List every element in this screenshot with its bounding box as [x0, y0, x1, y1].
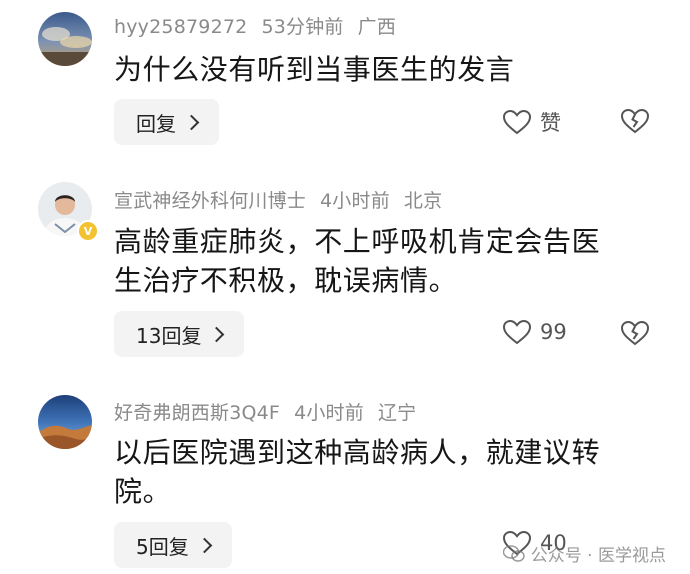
reply-button[interactable]: 5回复 — [114, 522, 232, 568]
broken-heart-icon — [620, 108, 650, 134]
username[interactable]: 好奇弗朗西斯3Q4F — [114, 402, 280, 424]
comment-text-line: 院。 — [114, 475, 172, 508]
watermark: 公众号 · 医学视点 — [502, 541, 666, 566]
reply-label: 5回复 — [136, 534, 189, 559]
chevron-right-icon — [183, 114, 200, 130]
avatar[interactable] — [38, 12, 92, 66]
comment-text: 以后医院遇到这种高龄病人，就建议转 院。 — [114, 433, 674, 511]
dislike-button[interactable] — [620, 320, 650, 350]
wechat-icon — [502, 544, 525, 562]
comment-location: 北京 — [403, 190, 443, 212]
comment-time: 4小时前 — [320, 190, 390, 212]
comment-item: V 宣武神经外科何川博士 4小时前 北京 高龄重症肺炎，不上呼吸机肯定会告医 生治疗… — [0, 170, 690, 370]
verified-badge-icon: V — [77, 220, 99, 242]
comment-location: 辽宁 — [377, 402, 417, 424]
comment-text: 高龄重症肺炎，不上呼吸机肯定会告医 生治疗不积极，耽误病情。 — [114, 222, 674, 300]
avatar[interactable] — [38, 395, 92, 449]
heart-outline-icon — [502, 319, 532, 345]
comment-location: 广西 — [357, 16, 397, 38]
reply-button[interactable]: 13回复 — [114, 311, 245, 357]
username[interactable]: hyy25879272 — [114, 16, 247, 38]
broken-heart-icon — [620, 320, 650, 346]
reply-button[interactable]: 回复 — [114, 99, 219, 145]
reply-label: 回复 — [136, 111, 176, 136]
comment-meta: hyy25879272 53分钟前 广西 — [114, 12, 396, 39]
comment-text-line: 生治疗不积极，耽误病情。 — [114, 264, 458, 297]
like-count: 赞 — [540, 111, 561, 135]
heart-outline-icon — [502, 109, 532, 135]
comment-text: 为什么没有听到当事医生的发言 — [114, 53, 515, 86]
like-count: 99 — [540, 320, 567, 344]
comment-meta: 好奇弗朗西斯3Q4F 4小时前 辽宁 — [114, 398, 416, 425]
watermark-text: 公众号 · 医学视点 — [530, 546, 666, 566]
dislike-button[interactable] — [620, 108, 650, 138]
like-button[interactable]: 99 — [502, 319, 567, 345]
comment-time: 53分钟前 — [261, 16, 344, 38]
comment-item: hyy25879272 53分钟前 广西 为什么没有听到当事医生的发言 回复 赞 — [0, 0, 690, 150]
username[interactable]: 宣武神经外科何川博士 — [114, 190, 306, 212]
comment-text-line: 以后医院遇到这种高龄病人，就建议转 — [114, 436, 601, 469]
comment-time: 4小时前 — [294, 402, 364, 424]
comment-meta: 宣武神经外科何川博士 4小时前 北京 — [114, 186, 442, 213]
like-button[interactable]: 赞 — [502, 107, 561, 137]
reply-label: 13回复 — [136, 323, 202, 348]
chevron-right-icon — [196, 537, 213, 553]
chevron-right-icon — [209, 326, 225, 342]
comment-text-line: 高龄重症肺炎，不上呼吸机肯定会告医 — [114, 225, 601, 258]
